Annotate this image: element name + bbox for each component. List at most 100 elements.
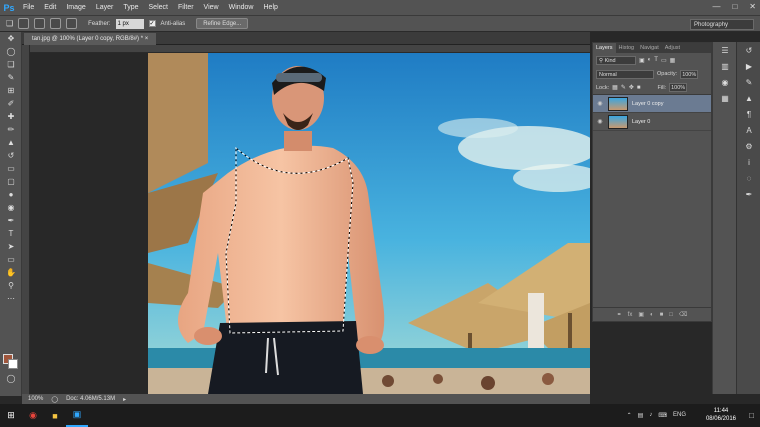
- menu-layer[interactable]: Layer: [91, 4, 119, 11]
- workspace-select[interactable]: Photography: [690, 19, 754, 30]
- menu-select[interactable]: Select: [144, 4, 173, 11]
- layer-row[interactable]: ◉ Layer 0 copy: [593, 95, 711, 113]
- zoom-tool-icon[interactable]: ⚲: [0, 279, 22, 292]
- lasso-tool-icon[interactable]: ❑: [6, 19, 13, 28]
- document-tab[interactable]: tan.jpg @ 100% (Layer 0 copy, RGB/8#) * …: [24, 33, 157, 45]
- refine-edge-button[interactable]: Refine Edge...: [196, 18, 249, 29]
- shape-filter-icon[interactable]: ▭: [661, 57, 667, 64]
- menu-window[interactable]: Window: [224, 4, 259, 11]
- file-explorer-icon[interactable]: ■: [44, 404, 66, 427]
- background-color-swatch[interactable]: [8, 359, 18, 369]
- menu-edit[interactable]: Edit: [39, 4, 61, 11]
- close-icon[interactable]: ✕: [749, 2, 756, 11]
- history-brush-icon[interactable]: ↺: [0, 149, 22, 162]
- lasso-tool-icon[interactable]: ❑: [0, 58, 22, 71]
- trash-icon[interactable]: ⌫: [679, 311, 687, 318]
- fx-icon[interactable]: fx: [628, 312, 633, 318]
- eye-icon[interactable]: ◉: [596, 118, 604, 125]
- maximize-icon[interactable]: □: [732, 2, 737, 11]
- actions-icon[interactable]: ▶: [737, 58, 760, 74]
- eyedropper-tool-icon[interactable]: ✐: [0, 97, 22, 110]
- info-icon[interactable]: i: [737, 154, 760, 170]
- paths-icon[interactable]: ✒: [737, 186, 760, 202]
- new-layer-icon[interactable]: □: [669, 312, 673, 318]
- menu-image[interactable]: Image: [61, 4, 90, 11]
- history-icon[interactable]: ↺: [737, 42, 760, 58]
- tab-adjustments[interactable]: Adjust: [662, 43, 683, 53]
- layer-name[interactable]: Layer 0: [632, 119, 650, 125]
- path-select-tool-icon[interactable]: ➤: [0, 240, 22, 253]
- quick-mask-icon[interactable]: ◯: [0, 372, 22, 385]
- blend-mode-select[interactable]: Normal: [596, 69, 654, 79]
- pen-tool-icon[interactable]: ✒: [0, 214, 22, 227]
- properties-icon[interactable]: ⚙: [737, 138, 760, 154]
- histogram-icon[interactable]: ▥: [713, 58, 737, 74]
- close-tab-icon[interactable]: ×: [145, 36, 149, 42]
- photo-canvas[interactable]: [148, 53, 590, 394]
- menu-file[interactable]: File: [18, 4, 39, 11]
- antialias-checkbox[interactable]: ✓: [148, 20, 156, 27]
- tab-navigator[interactable]: Navigat: [637, 43, 662, 53]
- blur-tool-icon[interactable]: ●: [0, 188, 22, 201]
- color-icon[interactable]: ◉: [713, 74, 737, 90]
- fill-input[interactable]: 100%: [669, 83, 688, 92]
- menu-type[interactable]: Type: [118, 4, 143, 11]
- type-filter-icon[interactable]: T: [654, 57, 658, 63]
- network-icon[interactable]: ▤: [638, 412, 644, 419]
- type-tool-icon[interactable]: T: [0, 227, 22, 240]
- language-indicator[interactable]: ENG: [673, 412, 686, 419]
- mask-icon[interactable]: ▣: [638, 311, 644, 318]
- minimize-icon[interactable]: —: [712, 2, 720, 11]
- intersect-selection-icon[interactable]: [66, 18, 78, 29]
- lock-all-icon[interactable]: ■: [637, 85, 641, 91]
- clock[interactable]: 11:44 08/06/2016: [706, 407, 736, 423]
- swatches-icon[interactable]: ▦: [713, 90, 737, 106]
- link-icon[interactable]: ⚭: [617, 311, 622, 318]
- status-arrow-icon[interactable]: ▸: [123, 396, 126, 403]
- adjustment-icon[interactable]: ◐: [650, 312, 654, 318]
- gradient-tool-icon[interactable]: ▢: [0, 175, 22, 188]
- opacity-input[interactable]: 100%: [680, 69, 699, 79]
- clone-source-icon[interactable]: ▲: [737, 90, 760, 106]
- hand-tool-icon[interactable]: ✋: [0, 266, 22, 279]
- share-icon[interactable]: ◯: [51, 396, 58, 403]
- brush-panel-icon[interactable]: ✎: [737, 74, 760, 90]
- smart-filter-icon[interactable]: ▦: [670, 57, 676, 64]
- kind-filter-select[interactable]: ⚲ Kind: [596, 55, 636, 65]
- menu-filter[interactable]: Filter: [173, 4, 199, 11]
- brush-tool-icon[interactable]: ✏: [0, 123, 22, 136]
- menu-help[interactable]: Help: [259, 4, 283, 11]
- new-selection-icon[interactable]: [18, 18, 30, 29]
- lock-position-icon[interactable]: ✥: [629, 84, 634, 91]
- adjustment-filter-icon[interactable]: ◐: [648, 57, 652, 63]
- shape-tool-icon[interactable]: ▭: [0, 253, 22, 266]
- chrome-icon[interactable]: ◉: [22, 404, 44, 427]
- tab-layers[interactable]: Layers: [593, 43, 616, 53]
- windows-start-icon[interactable]: ⊞: [0, 404, 22, 427]
- photoshop-taskbar-icon[interactable]: ▣: [66, 404, 88, 427]
- layers-icon[interactable]: ☰: [713, 42, 737, 58]
- volume-icon[interactable]: ♪: [649, 412, 652, 419]
- layer-row[interactable]: ◉ Layer 0: [593, 113, 711, 131]
- channels-icon[interactable]: ◌: [737, 170, 760, 186]
- layer-name[interactable]: Layer 0 copy: [632, 101, 664, 107]
- crop-tool-icon[interactable]: ⊞: [0, 84, 22, 97]
- move-tool-icon[interactable]: ✥: [0, 32, 22, 45]
- tab-histogram[interactable]: Histog: [616, 43, 638, 53]
- eye-icon[interactable]: ◉: [596, 100, 604, 107]
- pixel-filter-icon[interactable]: ▣: [639, 57, 645, 64]
- add-selection-icon[interactable]: [34, 18, 46, 29]
- chevron-up-icon[interactable]: ⌃: [627, 412, 632, 419]
- character-icon[interactable]: A: [737, 122, 760, 138]
- lock-paint-icon[interactable]: ✎: [621, 84, 626, 91]
- paragraph-icon[interactable]: ¶: [737, 106, 760, 122]
- folder-icon[interactable]: ■: [660, 312, 664, 318]
- subtract-selection-icon[interactable]: [50, 18, 62, 29]
- keyboard-icon[interactable]: ⌨: [658, 412, 667, 419]
- eraser-tool-icon[interactable]: ▭: [0, 162, 22, 175]
- more-tools-icon[interactable]: ⋯: [0, 292, 22, 305]
- healing-tool-icon[interactable]: ✚: [0, 110, 22, 123]
- quick-select-tool-icon[interactable]: ✎: [0, 71, 22, 84]
- menu-view[interactable]: View: [199, 4, 224, 11]
- stamp-tool-icon[interactable]: ▲: [0, 136, 22, 149]
